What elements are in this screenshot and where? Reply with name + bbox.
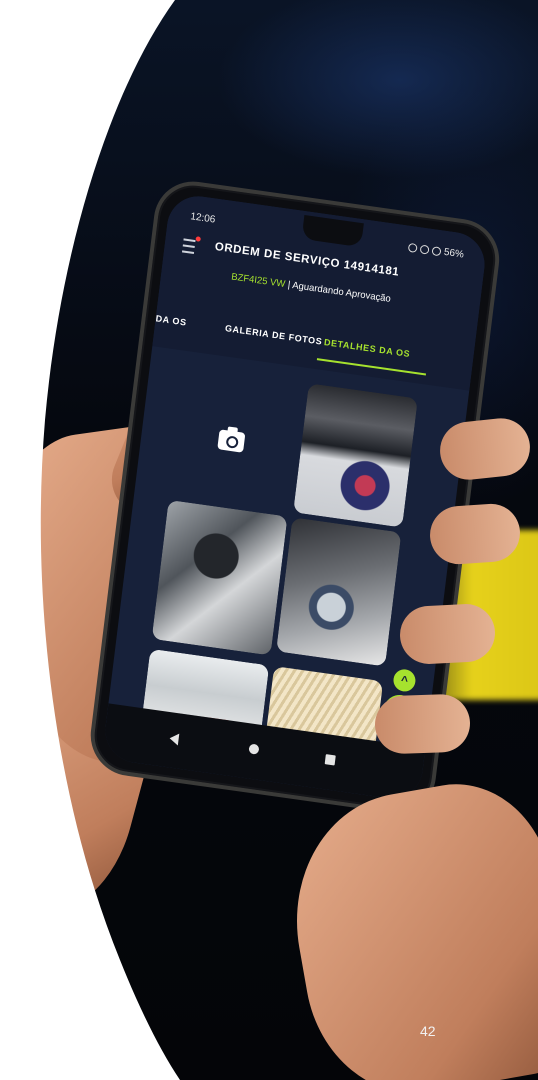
right-finger-3 (398, 602, 497, 666)
gallery-photo-diagnostic[interactable] (293, 383, 418, 528)
recent-square-icon[interactable] (324, 754, 336, 766)
add-photo-button[interactable] (171, 381, 293, 501)
app-notification-icon (419, 243, 430, 255)
right-finger-4 (374, 693, 471, 755)
camera-icon (217, 428, 246, 453)
battery-level: 56% (443, 246, 465, 261)
instagram-icon (431, 245, 442, 256)
back-triangle-icon[interactable] (168, 732, 180, 746)
home-circle-icon[interactable] (248, 743, 260, 755)
order-subline: BZF4I25 VW | Aguardando Aprovação (231, 271, 392, 304)
order-status: | Aguardando Aprovação (287, 279, 392, 305)
hero-photo: 12:06 56% ORDEM DE SERVIÇO 14914181 BZF4… (0, 0, 538, 1080)
tab-galeria-de-fotos[interactable]: GALERIA DE FOTOS (224, 323, 322, 347)
tab-detalhes-da-os[interactable]: DETALHES DA OS (323, 337, 410, 359)
menu-icon[interactable] (181, 238, 196, 255)
photo-gallery (109, 346, 469, 771)
page-number: 42 (420, 1023, 436, 1039)
status-icons: 56% (407, 241, 465, 261)
gallery-photo-engine-bay[interactable] (276, 517, 402, 667)
notification-badge (195, 236, 201, 242)
tab-da-os[interactable]: DA OS (155, 313, 187, 327)
whatsapp-icon (407, 242, 418, 253)
vehicle-plate: BZF4I25 VW (230, 271, 286, 290)
gallery-photo-engine[interactable] (151, 499, 288, 656)
right-finger-2 (428, 501, 522, 567)
status-time: 12:06 (189, 210, 216, 226)
